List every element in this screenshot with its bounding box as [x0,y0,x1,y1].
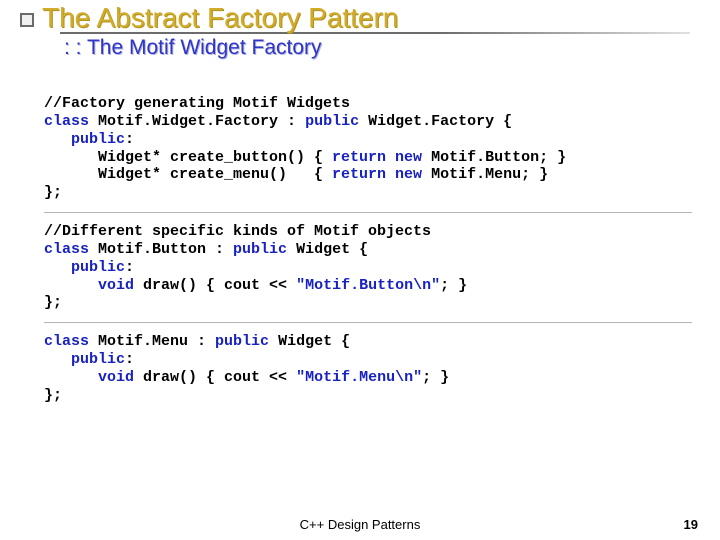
code-block-factory: //Factory generating Motif Widgets class… [44,95,692,213]
slide-subtitle: : : The Motif Widget Factory [64,36,720,60]
code-block-button: //Different specific kinds of Motif obje… [44,223,692,323]
bullet-icon [20,13,34,27]
slide-header: The Abstract Factory Pattern : : The Mot… [0,0,720,60]
code-content: //Factory generating Motif Widgets class… [44,95,692,415]
slide-title: The Abstract Factory Pattern [42,2,398,34]
footer-text: C++ Design Patterns [300,517,421,532]
page-number: 19 [684,517,698,532]
code-block-menu: class Motif.Menu : public Widget { publi… [44,333,692,414]
